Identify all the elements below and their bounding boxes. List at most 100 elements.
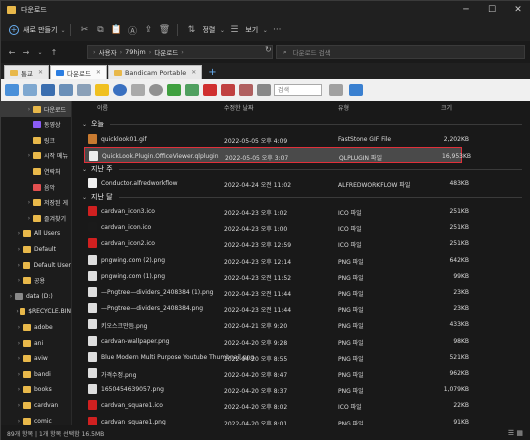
sidebar-item[interactable]: › 시작 메뉴 xyxy=(1,148,71,164)
settings-icon[interactable] xyxy=(23,84,37,96)
chevron-right-icon[interactable]: › xyxy=(15,246,23,253)
toolbar-search-input[interactable]: 검색 xyxy=(274,84,322,96)
close-x-icon[interactable] xyxy=(203,84,217,96)
breadcrumb[interactable]: 79hjm xyxy=(125,48,146,56)
star-icon[interactable] xyxy=(95,84,109,96)
file-row[interactable]: Blue Modern Multi Purpose Youtube Thumbn… xyxy=(84,349,524,365)
file-row[interactable]: 키오스크만듬.png 2022-04-21 오후 9:20 PNG 파일 433KB xyxy=(84,316,524,332)
sidebar-item[interactable]: › cardvan xyxy=(1,397,71,413)
rename-icon[interactable]: Ⓐ xyxy=(124,24,140,37)
delete-icon[interactable]: 🗑 xyxy=(156,25,172,35)
sidebar-item[interactable]: › All Users xyxy=(1,226,71,242)
chevron-right-icon[interactable]: › xyxy=(15,277,23,284)
sidebar-item[interactable]: › 공용 xyxy=(1,273,71,289)
search-input[interactable]: ⌕ 다운로드 검색 xyxy=(276,45,525,59)
chevron-right-icon[interactable]: › xyxy=(25,106,33,113)
file-row[interactable]: cardvan_icon.ico 2022-04-23 오후 1:00 ICO 파일… xyxy=(84,219,524,235)
more-options-button[interactable]: ··· xyxy=(269,25,285,35)
sidebar-item[interactable]: › Default User xyxy=(1,257,71,273)
refresh-icon[interactable]: ↻ xyxy=(265,45,272,54)
sidebar-item[interactable]: 음악 xyxy=(1,179,71,195)
forward-icon[interactable]: → xyxy=(19,48,33,57)
file-row[interactable]: cardvan_square1.ico 2022-04-20 오후 8:02 ICO… xyxy=(84,397,524,413)
group-header[interactable]: ⌄ 지난 주 xyxy=(82,163,522,175)
sidebar-item[interactable]: › comic xyxy=(1,413,71,425)
recent-chevron-icon[interactable]: ⌄ xyxy=(33,49,47,56)
up-icon[interactable]: ↑ xyxy=(47,48,61,57)
file-row[interactable]: 1650454639057.png 2022-04-20 오후 8:37 PNG 파… xyxy=(84,381,524,397)
chevron-right-icon[interactable]: › xyxy=(15,262,23,269)
column-date[interactable]: 수정한 날짜 xyxy=(224,103,254,112)
chevron-right-icon[interactable]: › xyxy=(15,340,23,347)
chevron-right-icon[interactable]: › xyxy=(15,230,23,237)
column-type[interactable]: 유형 xyxy=(338,103,349,112)
address-bar[interactable]: › 사용자 › 79hjm › 다운로드 › xyxy=(87,45,273,59)
view-icon[interactable]: ☰ xyxy=(226,25,242,35)
maximize-icon[interactable]: ☐ xyxy=(479,1,505,19)
layout-icon[interactable] xyxy=(59,84,73,96)
back-icon[interactable]: ← xyxy=(5,48,19,57)
chevron-right-icon[interactable]: › xyxy=(15,355,23,362)
grid-view-icon[interactable] xyxy=(329,84,343,96)
file-row[interactable]: cardvan-wallpaper.png 2022-04-20 오후 9:28 P… xyxy=(84,333,524,349)
file-row[interactable]: quicklook01.gif 2022-05-05 오후 4:09 FastSto… xyxy=(84,131,524,147)
chevron-right-icon[interactable]: › xyxy=(25,152,33,159)
chevron-right-icon[interactable]: › xyxy=(15,371,23,378)
chevron-right-icon[interactable]: › xyxy=(25,199,33,206)
copy-icon[interactable]: ⧉ xyxy=(92,25,108,35)
sidebar-item[interactable]: › $RECYCLE.BIN xyxy=(1,304,71,320)
sidebar-item[interactable]: › bandi xyxy=(1,366,71,382)
sidebar-item[interactable]: › adobe xyxy=(1,319,71,335)
file-row[interactable]: pngwing.com (2).png 2022-04-23 오후 12:14 PN… xyxy=(84,252,524,268)
remove-icon[interactable] xyxy=(239,84,253,96)
tab-2[interactable]: 다운로드 ✕ xyxy=(50,65,107,79)
chevron-right-icon[interactable]: › xyxy=(15,324,23,331)
document-icon[interactable] xyxy=(131,84,145,96)
file-row[interactable]: cardvan_square1.png 2022-04-20 오후 8:01 PNG… xyxy=(84,414,524,425)
sidebar-item[interactable]: › 즐겨찾기 xyxy=(1,210,71,226)
chevron-right-icon[interactable]: › xyxy=(15,418,23,425)
sidebar-item[interactable]: › 다운로드 xyxy=(1,101,71,117)
sidebar-item[interactable]: › ani xyxy=(1,335,71,351)
sidebar-item[interactable]: 연락처 xyxy=(1,163,71,179)
file-row[interactable]: cardvan_icon2.ico 2022-04-23 오후 12:59 ICO … xyxy=(84,235,524,251)
chevron-right-icon[interactable]: › xyxy=(25,215,33,222)
close-icon[interactable]: ✕ xyxy=(505,1,530,19)
sidebar-item[interactable]: › aviw xyxy=(1,351,71,367)
group-header[interactable]: ⌄ 지난 달 xyxy=(82,191,522,203)
file-row[interactable]: pngwing.com (1).png 2022-04-23 오전 11:52 PN… xyxy=(84,268,524,284)
close-tab-icon[interactable]: ✕ xyxy=(191,69,196,76)
file-row[interactable]: cardvan_icon3.ico 2022-04-23 오후 1:02 ICO 파… xyxy=(84,203,524,219)
sort-icon[interactable]: ⇅ xyxy=(183,25,199,35)
share-icon[interactable]: ⇪ xyxy=(140,25,156,35)
minimize-icon[interactable]: ─ xyxy=(453,1,479,19)
close-tab-icon[interactable]: ✕ xyxy=(38,69,43,76)
column-size[interactable]: 크기 xyxy=(441,103,452,112)
copy-path-icon[interactable] xyxy=(185,84,199,96)
window-icon[interactable] xyxy=(41,84,55,96)
sidebar-item[interactable]: › 저장된 게 xyxy=(1,195,71,211)
details-view-icon[interactable]: ☰ ▦ xyxy=(508,429,523,437)
view-icon[interactable] xyxy=(5,84,19,96)
sidebar-item[interactable]: 동영상 xyxy=(1,117,71,133)
sidebar-item[interactable]: › books xyxy=(1,382,71,398)
group-header[interactable]: ⌄ 오늘 xyxy=(82,118,522,130)
breadcrumb[interactable]: 사용자 xyxy=(99,47,117,57)
sidebar-item[interactable]: › Default xyxy=(1,241,71,257)
sidebar-item[interactable]: › data (D:) xyxy=(1,288,71,304)
close-tab-icon[interactable]: ✕ xyxy=(96,69,101,76)
sort-button[interactable]: 정렬 xyxy=(202,25,215,35)
view-button[interactable]: 보기 xyxy=(245,25,258,35)
disc-icon[interactable] xyxy=(149,84,163,96)
cut-icon[interactable]: ✂ xyxy=(76,25,92,35)
file-row[interactable]: 가격수정.png 2022-04-20 오후 8:47 PNG 파일 962KB xyxy=(84,365,524,381)
new-button[interactable]: + 새로 만들기 ⌄ xyxy=(9,25,65,35)
tab-1[interactable]: 통교 ✕ xyxy=(4,65,49,79)
chevron-right-icon[interactable]: › xyxy=(15,402,23,409)
globe-icon[interactable] xyxy=(113,84,127,96)
file-row[interactable]: —Pngtree—dividers_2408384.png 2022-04-23 … xyxy=(84,300,524,316)
file-row[interactable]: QuickLook.Plugin.OfficeViewer.qlplugin 20… xyxy=(84,147,471,164)
breadcrumb[interactable]: 다운로드 xyxy=(154,47,178,57)
close-tab-icon[interactable] xyxy=(221,84,235,96)
file-row[interactable]: Conductor.alfredworkflow 2022-04-24 오전 11… xyxy=(84,175,524,191)
